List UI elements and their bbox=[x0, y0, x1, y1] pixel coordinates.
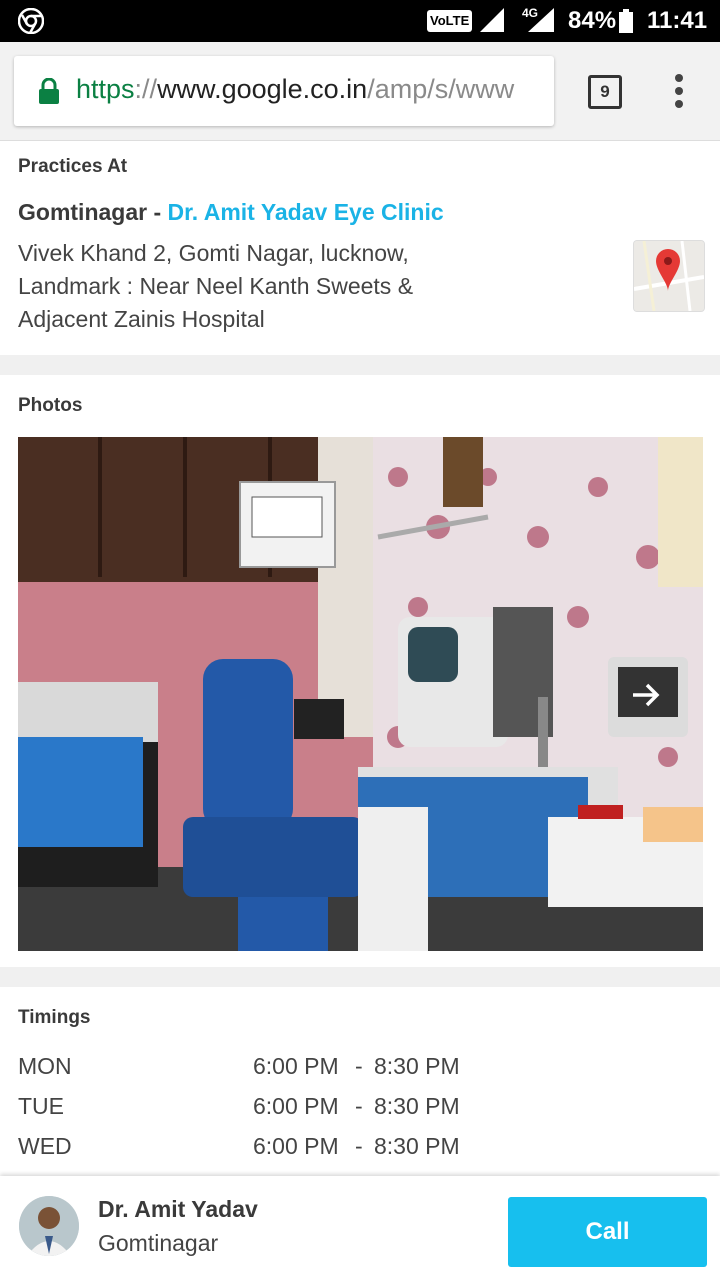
practices-heading: Practices At bbox=[18, 156, 128, 177]
timing-day: TUE bbox=[18, 1093, 64, 1119]
timing-dash: - bbox=[355, 1133, 363, 1159]
clinic-photo[interactable] bbox=[18, 437, 703, 951]
practice-locality: Gomtinagar - Dr. Amit Yadav Eye Clinic bbox=[18, 199, 444, 225]
clinic-link[interactable]: Dr. Amit Yadav Eye Clinic bbox=[168, 199, 444, 225]
volte-badge: VoLTE bbox=[427, 10, 473, 32]
timing-dash: - bbox=[355, 1093, 363, 1119]
timings-section: Timings MON 6:00 PM - 8:30 PM TUE 6:00 P… bbox=[0, 987, 720, 1187]
doctor-location: Gomtinagar bbox=[98, 1230, 219, 1256]
avatar bbox=[19, 1196, 79, 1256]
timing-day: MON bbox=[18, 1053, 72, 1079]
signal-icon bbox=[480, 8, 504, 32]
battery-percentage: 84% bbox=[568, 7, 617, 34]
map-thumbnail[interactable] bbox=[633, 240, 705, 312]
timing-close: 8:30 PM bbox=[374, 1093, 460, 1119]
signal-icon-2 bbox=[528, 8, 554, 32]
timing-open: 6:00 PM bbox=[253, 1133, 339, 1159]
call-button[interactable]: Call bbox=[508, 1197, 707, 1267]
browser-toolbar: https://www.google.co.in/amp/s/www 9 bbox=[0, 42, 720, 141]
url-text: https://www.google.co.in/amp/s/www bbox=[76, 74, 515, 104]
doctor-avatar-image bbox=[19, 1196, 79, 1256]
timing-open: 6:00 PM bbox=[253, 1093, 339, 1119]
clinic-photo-image bbox=[18, 437, 703, 951]
timing-dash: - bbox=[355, 1053, 363, 1079]
overflow-menu-icon[interactable] bbox=[672, 74, 686, 110]
timing-row-tue: TUE 6:00 PM - 8:30 PM bbox=[18, 1093, 718, 1123]
doctor-name: Dr. Amit Yadav bbox=[98, 1196, 258, 1222]
timing-row-mon: MON 6:00 PM - 8:30 PM bbox=[18, 1053, 718, 1083]
tab-switcher-button[interactable]: 9 bbox=[588, 75, 622, 109]
arrow-right-icon[interactable] bbox=[627, 677, 663, 713]
doctor-call-bar: Dr. Amit Yadav Gomtinagar Call bbox=[0, 1176, 720, 1280]
timing-close: 8:30 PM bbox=[374, 1133, 460, 1159]
timing-day: WED bbox=[18, 1133, 72, 1159]
practices-section: Practices At Gomtinagar - Dr. Amit Yadav… bbox=[0, 141, 720, 355]
status-bar: VoLTE 4G 84% 11:41 bbox=[0, 0, 720, 42]
lock-icon bbox=[39, 78, 59, 104]
chrome-icon bbox=[18, 8, 44, 34]
photos-section: Photos bbox=[0, 375, 720, 967]
map-pin-icon bbox=[634, 241, 704, 311]
timings-heading: Timings bbox=[18, 1007, 91, 1028]
clock: 11:41 bbox=[647, 7, 708, 34]
timing-open: 6:00 PM bbox=[253, 1053, 339, 1079]
battery-icon bbox=[619, 9, 633, 33]
photos-heading: Photos bbox=[18, 395, 83, 416]
timing-close: 8:30 PM bbox=[374, 1053, 460, 1079]
timing-row-wed: WED 6:00 PM - 8:30 PM bbox=[18, 1133, 718, 1163]
address-bar[interactable]: https://www.google.co.in/amp/s/www bbox=[14, 56, 554, 126]
practice-address: Vivek Khand 2, Gomti Nagar, lucknow, Lan… bbox=[18, 240, 414, 332]
